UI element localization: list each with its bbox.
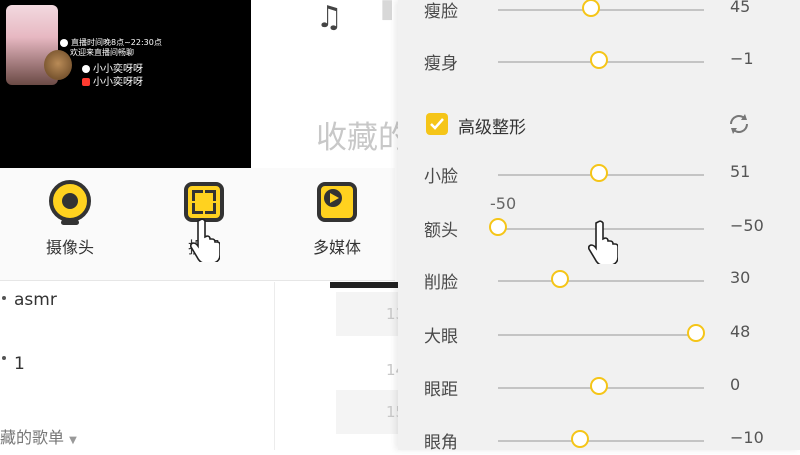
slider-row: 小脸 51	[398, 159, 800, 189]
hand-cursor-icon	[587, 220, 619, 268]
column-divider	[274, 282, 275, 450]
slider-thumb[interactable]	[589, 164, 608, 182]
advanced-shaping-checkbox[interactable]	[426, 113, 448, 135]
slider-track[interactable]	[498, 9, 704, 11]
slider-label: 眼角	[424, 433, 458, 453]
progress-strip	[330, 282, 400, 288]
slider-value-tooltip: -50	[490, 194, 517, 213]
list-bullet	[2, 356, 6, 360]
multimedia-play-icon	[315, 180, 359, 224]
reset-icon[interactable]	[726, 111, 752, 137]
slider-row: 眼角 −10	[398, 425, 800, 455]
check-icon	[60, 38, 68, 47]
partial-header-glyph: ▮	[380, 0, 395, 24]
xiaohongshu-icon	[82, 78, 90, 86]
slider-label: 瘦身	[424, 54, 458, 74]
webcam-button[interactable]: 摄像头	[30, 180, 110, 258]
slider-thumb[interactable]	[589, 377, 608, 395]
favorites-playlist-toggle[interactable]: 藏的歌单 ▼	[0, 424, 77, 448]
slider-label: 眼距	[424, 380, 458, 400]
check-icon	[430, 118, 444, 130]
overlay-line-2: 欢迎来直播间畅聊	[70, 48, 134, 57]
slider-value: −10	[730, 428, 764, 447]
slider-value: 51	[730, 162, 751, 181]
list-number: 15	[336, 390, 405, 434]
multimedia-label: 多媒体	[312, 238, 361, 257]
webcam-preview: 直播时间晚8点~22:30点 欢迎来直播间畅聊 小小奕呀呀 小小奕呀呀	[0, 0, 251, 168]
advanced-shaping-title: 高级整形	[458, 118, 526, 138]
cat-sticker	[44, 50, 72, 80]
slider-track[interactable]	[498, 334, 704, 336]
slider-label: 小脸	[424, 167, 458, 187]
webcam-icon	[48, 180, 92, 225]
list-bullet	[2, 296, 6, 300]
slider-thumb[interactable]	[571, 430, 590, 448]
music-note-icon: ♫	[316, 0, 343, 35]
webcam-label: 摄像头	[45, 238, 94, 257]
list-item-asmr[interactable]: asmr	[14, 290, 57, 310]
slider-value: 45	[730, 0, 751, 16]
slider-thumb[interactable]	[489, 218, 507, 236]
slider-track[interactable]	[498, 280, 704, 282]
multimedia-button[interactable]: 多媒体	[297, 180, 377, 258]
slider-row: 大眼 48	[398, 319, 800, 349]
slider-row: 瘦脸 45	[398, 0, 800, 24]
slider-thumb[interactable]	[589, 51, 608, 69]
slider-label: 额头	[424, 221, 458, 241]
slider-label: 大眼	[424, 327, 458, 347]
slider-row: 瘦身 −1	[398, 46, 800, 76]
slider-label: 瘦脸	[424, 2, 458, 22]
slider-row: 眼距 0	[398, 372, 800, 402]
slider-value: −1	[730, 49, 754, 68]
list-item-1[interactable]: 1	[14, 354, 25, 374]
chevron-down-icon: ▼	[69, 435, 77, 446]
slider-value: −50	[730, 216, 764, 235]
slider-value: 30	[730, 268, 751, 287]
list-number: 14	[386, 361, 406, 379]
list-number: 13	[336, 292, 405, 336]
overlay-xhs: 小小奕呀呀	[82, 73, 143, 88]
slider-value: 48	[730, 322, 751, 341]
slider-thumb[interactable]	[550, 270, 569, 288]
douyin-icon	[82, 65, 90, 73]
slider-row: 削脸 30	[398, 265, 800, 295]
slider-thumb[interactable]	[581, 0, 600, 17]
favorites-title: 收藏的	[316, 120, 409, 156]
slider-track[interactable]	[498, 440, 704, 442]
slider-label: 削脸	[424, 273, 458, 293]
slider-thumb[interactable]	[686, 324, 705, 342]
slider-value: 0	[730, 375, 741, 394]
hand-cursor-icon	[189, 218, 221, 266]
